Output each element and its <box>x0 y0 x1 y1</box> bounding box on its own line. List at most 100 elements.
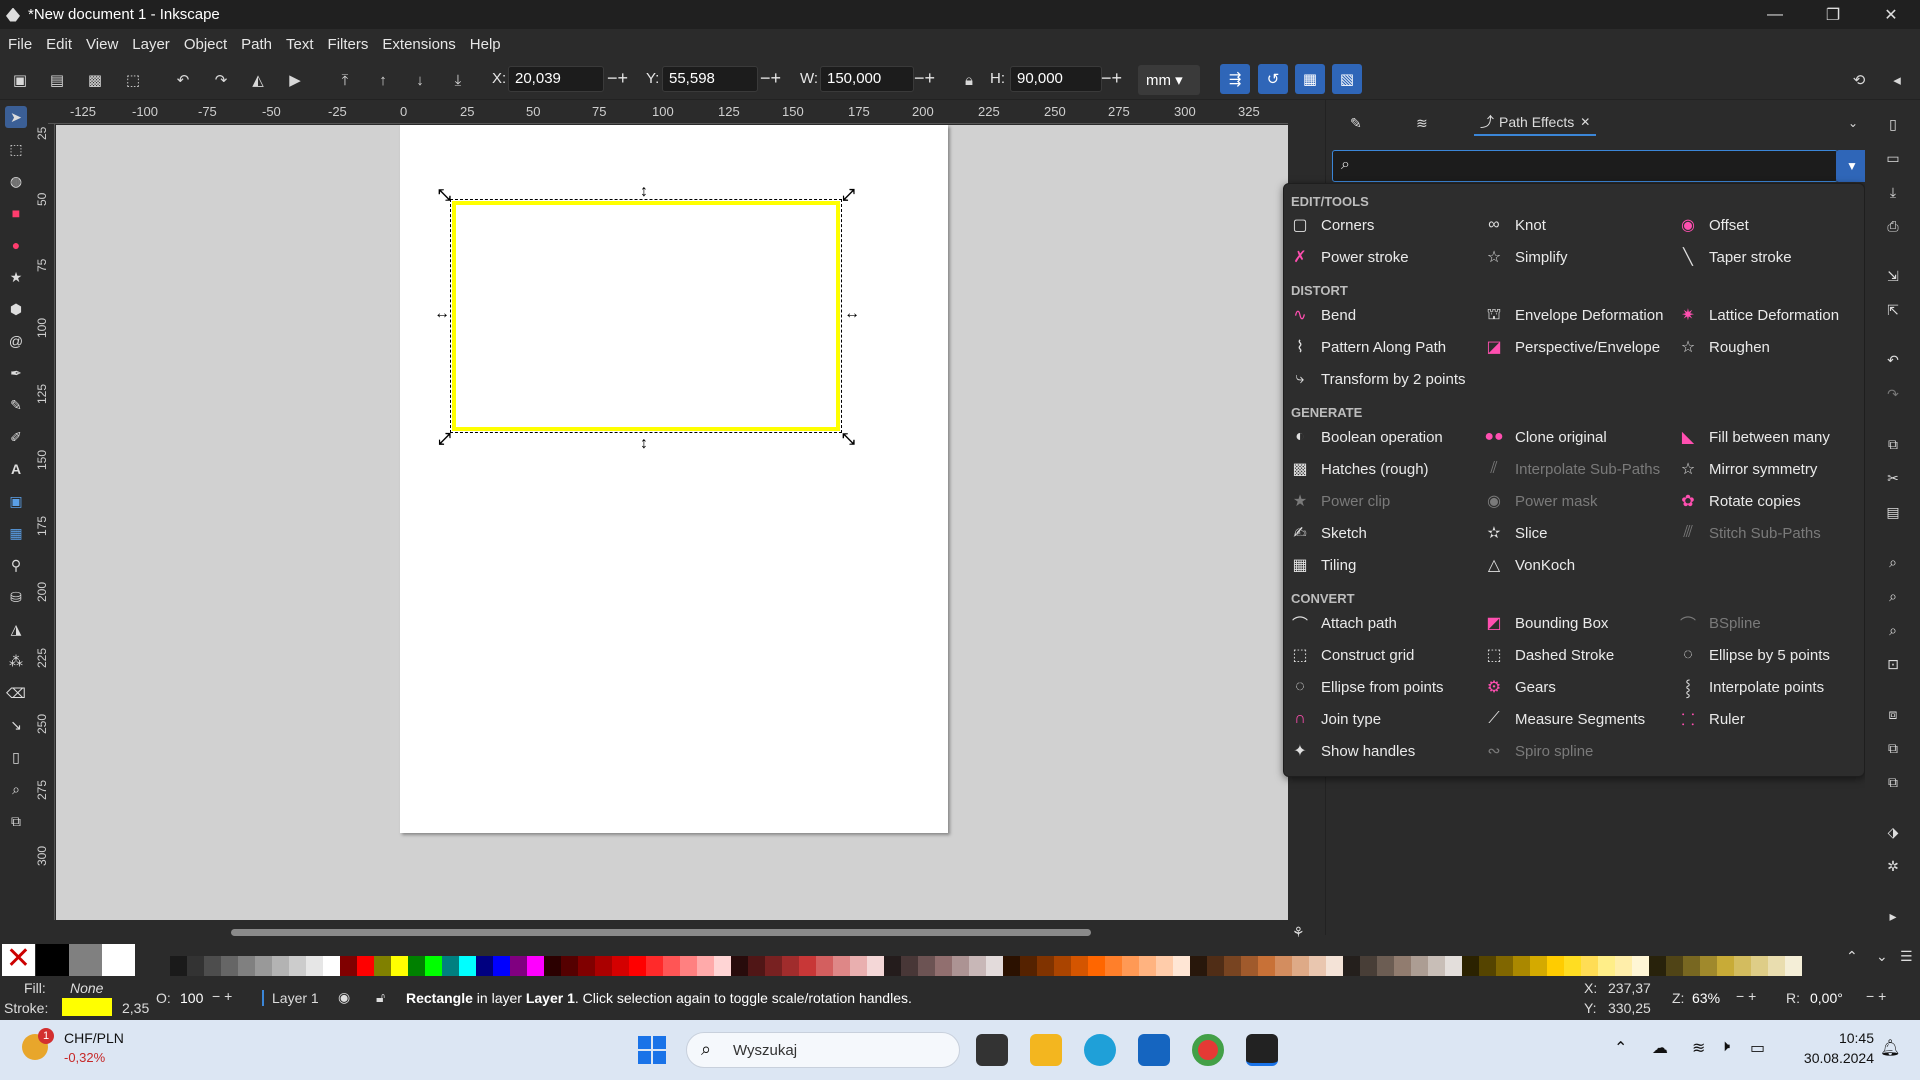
mesh-tool-icon[interactable]: ▦ <box>5 522 27 544</box>
volume-icon[interactable]: 🕨︎ <box>1720 1038 1730 1056</box>
h-stepper[interactable]: −+ <box>1101 68 1122 89</box>
file-explorer-icon[interactable] <box>1030 1034 1062 1066</box>
widget-title[interactable]: CHF/PLN <box>64 1030 124 1046</box>
color-manage-icon[interactable]: ⚘ <box>1292 924 1305 941</box>
palette-swatch[interactable] <box>1751 956 1768 976</box>
pencil-tool-icon[interactable]: ✎ <box>5 394 27 416</box>
gradient-tool-icon[interactable]: ▣ <box>5 490 27 512</box>
effect-knot[interactable]: ∞ Knot <box>1484 212 1546 238</box>
w-input[interactable]: 150,000 <box>820 66 914 92</box>
palette-swatch[interactable] <box>663 956 680 976</box>
palette-swatch[interactable] <box>1105 956 1122 976</box>
palette-swatch[interactable] <box>1598 956 1615 976</box>
effect-construct-grid[interactable]: ⬚ Construct grid <box>1290 642 1414 668</box>
import-icon[interactable]: ⇲ <box>1883 266 1903 286</box>
effect-taper-stroke[interactable]: ╲ Taper stroke <box>1678 244 1791 270</box>
effect-power-stroke[interactable]: ✗ Power stroke <box>1290 244 1408 270</box>
tab-path-effects[interactable]: ⤴ Path Effects ✕ <box>1474 110 1597 136</box>
x-decrement-button[interactable]: −+ <box>607 68 628 89</box>
scale-stroke-button[interactable]: ⇶ <box>1220 64 1250 94</box>
palette-swatch[interactable] <box>1462 956 1479 976</box>
palette-swatch[interactable] <box>1564 956 1581 976</box>
effect-simplify[interactable]: ☆ Simplify <box>1484 244 1568 270</box>
palette-swatch[interactable] <box>833 956 850 976</box>
palette-swatch[interactable] <box>1734 956 1751 976</box>
palette-swatch[interactable] <box>357 956 374 976</box>
zoom-drawing-icon[interactable]: ⌕ <box>1883 586 1903 606</box>
palette-swatch[interactable] <box>1224 956 1241 976</box>
scale-handle-n[interactable]: ↕ <box>640 183 648 201</box>
select-all-icon[interactable]: ▣ <box>9 69 31 91</box>
palette-menu-icon[interactable]: ☰ <box>1900 948 1913 965</box>
opacity-input[interactable]: 100 <box>180 990 203 1006</box>
palette-swatch[interactable] <box>1326 956 1343 976</box>
menu-help[interactable]: Help <box>470 36 501 53</box>
new-document-icon[interactable]: ▯ <box>1883 114 1903 134</box>
raise-icon[interactable]: ↑ <box>372 69 394 91</box>
redo-icon[interactable]: ↷ <box>1883 384 1903 404</box>
select-same-icon[interactable]: ▩ <box>84 69 106 91</box>
start-windows-icon[interactable] <box>638 1036 666 1064</box>
palette-swatch[interactable] <box>323 956 340 976</box>
gray-swatch[interactable] <box>69 944 102 976</box>
menu-path[interactable]: Path <box>241 36 272 53</box>
rotate-ccw-icon[interactable]: ↶ <box>172 69 194 91</box>
edge-icon[interactable] <box>1084 1034 1116 1066</box>
effect-show-handles[interactable]: ✦ Show handles <box>1290 738 1415 764</box>
deselect-icon[interactable]: ⬚ <box>122 69 144 91</box>
menu-file[interactable]: File <box>8 36 32 53</box>
menu-edit[interactable]: Edit <box>46 36 72 53</box>
palette-swatch[interactable] <box>1020 956 1037 976</box>
palette-swatch[interactable] <box>782 956 799 976</box>
palette-swatch[interactable] <box>1700 956 1717 976</box>
rotate-cw-icon[interactable]: ↷ <box>210 69 232 91</box>
effect-tiling[interactable]: ▦ Tiling <box>1290 552 1356 578</box>
palette-swatch[interactable] <box>1258 956 1275 976</box>
task-view-icon[interactable] <box>976 1034 1008 1066</box>
palette-swatch[interactable] <box>1649 956 1666 976</box>
dock-menu-chevron-icon[interactable]: ⌄ <box>1848 110 1858 136</box>
ungroup-icon[interactable]: ✲ <box>1883 856 1903 876</box>
scale-corners-button[interactable]: ↺ <box>1258 64 1288 94</box>
effect-mirror-symmetry[interactable]: ☆ Mirror symmetry <box>1678 456 1818 482</box>
effect-corners[interactable]: ▢ Corners <box>1290 212 1374 238</box>
palette-swatch[interactable] <box>918 956 935 976</box>
palette-swatch[interactable] <box>1156 956 1173 976</box>
move-gradients-button[interactable]: ▦ <box>1295 64 1325 94</box>
palette-swatch[interactable] <box>731 956 748 976</box>
lower-icon[interactable]: ↓ <box>409 69 431 91</box>
tray-overflow-icon[interactable]: ⌃ <box>1614 1038 1627 1058</box>
rotation-stepper[interactable]: − + <box>1866 988 1886 1004</box>
layer-visibility-icon[interactable]: ◉ <box>338 989 350 1006</box>
palette-swatch[interactable] <box>1173 956 1190 976</box>
inkscape-taskbar-icon[interactable] <box>1246 1034 1278 1066</box>
expand-bar-icon[interactable]: ▸ <box>1883 906 1903 926</box>
palette-swatch[interactable] <box>425 956 442 976</box>
store-icon[interactable] <box>1138 1034 1170 1066</box>
effect-rotate-copies[interactable]: ✿ Rotate copies <box>1678 488 1800 514</box>
palette-swatch[interactable] <box>1071 956 1088 976</box>
effect-transform-2-points[interactable]: ⤷ Transform by 2 points <box>1290 366 1466 392</box>
palette-swatch[interactable] <box>374 956 391 976</box>
open-file-icon[interactable]: ▭ <box>1883 148 1903 168</box>
palette-swatch[interactable] <box>816 956 833 976</box>
pages-tool-icon[interactable]: ▯ <box>5 746 27 768</box>
palette-swatch[interactable] <box>1496 956 1513 976</box>
zoom-tool-icon[interactable]: ⌕ <box>5 778 27 800</box>
palette-swatch[interactable] <box>646 956 663 976</box>
palette-swatch[interactable] <box>1785 956 1802 976</box>
fill-stroke-tab-icon[interactable]: ✎ <box>1350 110 1362 136</box>
palette-swatch[interactable] <box>1717 956 1734 976</box>
spiral-tool-icon[interactable]: @ <box>5 330 27 352</box>
zoom-page-width-icon[interactable]: ⊡ <box>1883 654 1903 674</box>
taskbar-search[interactable]: ⌕ Wyszukaj <box>686 1032 960 1068</box>
palette-swatch[interactable] <box>1088 956 1105 976</box>
palette-swatch[interactable] <box>1768 956 1785 976</box>
palette-swatch[interactable] <box>867 956 884 976</box>
rotation-input[interactable]: 0,00° <box>1810 990 1843 1006</box>
palette-swatch[interactable] <box>204 956 221 976</box>
palette-swatch[interactable] <box>1581 956 1598 976</box>
y-stepper[interactable]: −+ <box>760 68 781 89</box>
clock-time[interactable]: 10:45 <box>1800 1030 1874 1046</box>
scale-handle-ne[interactable]: ⤢ <box>842 187 855 205</box>
